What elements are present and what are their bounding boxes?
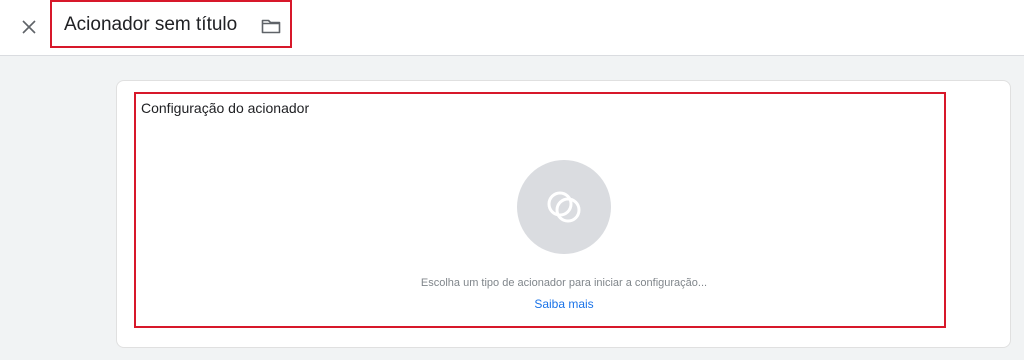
learn-more-link[interactable]: Saiba mais — [534, 297, 593, 311]
folder-button[interactable] — [260, 16, 282, 36]
close-icon — [22, 20, 36, 34]
close-button[interactable] — [14, 12, 44, 42]
choose-trigger-type-button[interactable] — [517, 160, 611, 254]
trigger-name-highlight: Acionador sem título — [50, 0, 292, 48]
top-bar: Acionador sem título — [0, 0, 1024, 56]
trigger-config-section[interactable]: Configuração do acionador Escolha um tip… — [134, 92, 946, 328]
trigger-hint-text: Escolha um tipo de acionador para inicia… — [420, 277, 708, 289]
trigger-type-icon — [547, 191, 581, 223]
folder-icon — [261, 19, 281, 34]
section-title: Configuração do acionador — [141, 100, 310, 116]
trigger-name-title[interactable]: Acionador sem título — [64, 14, 237, 36]
